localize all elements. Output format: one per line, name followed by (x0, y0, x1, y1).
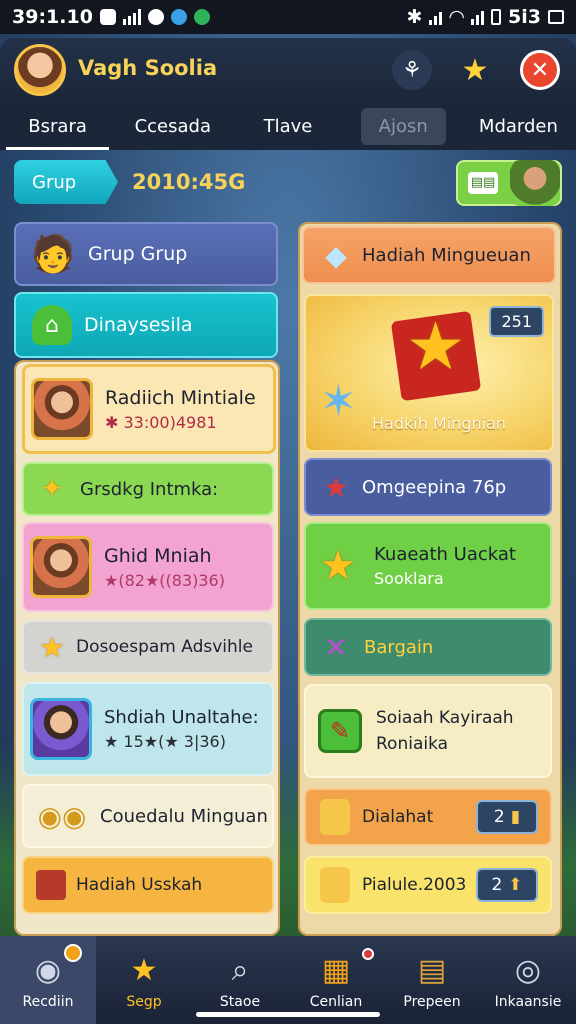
nav-prepeen[interactable]: ▤ Prepeen (384, 936, 480, 1024)
gift-icon: ⚘ (402, 57, 422, 83)
nav-recdiin[interactable]: ◉ Recdiin (0, 936, 96, 1024)
nav-staoe[interactable]: ⌕ Staoe (192, 936, 288, 1024)
badge-star-icon: ★ (320, 543, 356, 589)
camera-icon: ◎ (514, 952, 542, 988)
dialahat-card[interactable]: Dialahat 2 ▮ (304, 788, 552, 846)
group-avatar-icon: 🧑 (30, 234, 76, 275)
tab-bsrara[interactable]: Bsrara (0, 102, 115, 150)
battery-text: 5i3 (508, 6, 541, 28)
app-icon (147, 9, 164, 25)
section-card[interactable]: ⌂ Dinaysesila (14, 292, 278, 358)
red-star-icon: ★ (323, 470, 349, 504)
blue-star-icon: ✶ (320, 376, 357, 427)
kuaeth-card[interactable]: ★ Kuaeath Uackat Sooklara (304, 522, 552, 610)
battery-icon (491, 9, 502, 25)
bluetooth-icon: ✱ (406, 6, 423, 28)
close-icon: ✕ (530, 57, 550, 83)
shield-icon: ⌂ (32, 305, 72, 345)
wifi-icon: ◠ (449, 6, 465, 28)
star-icon: ★ (39, 630, 65, 664)
person-portrait (30, 536, 92, 598)
nav-cenlian[interactable]: ▦ Cenlian (288, 936, 384, 1024)
notification-icon (99, 9, 116, 25)
star-icon: ★ (130, 952, 158, 988)
friend-avatar (510, 160, 560, 206)
close-button[interactable]: ✕ (520, 50, 560, 90)
gift-button[interactable]: ⚘ (392, 50, 432, 90)
shdiah-portrait (30, 698, 92, 760)
chest-caption: Hadkih Mingnian (372, 414, 507, 433)
star-icon: ★ (461, 52, 489, 88)
tab-tlave[interactable]: Tlave (230, 102, 345, 150)
pialule-counter[interactable]: 2 ⬆ (476, 868, 538, 902)
soiaah-card[interactable]: ✎ Soiaah Kayiraah Roniaika (304, 684, 552, 778)
chest-icon (36, 870, 66, 900)
grup-value: 2010:45G (132, 170, 246, 194)
person-card[interactable]: Ghid Mniah ★(82★((83)36) (22, 522, 274, 612)
signal-icon (122, 9, 141, 25)
screen-icon (548, 10, 564, 24)
cup-icon (320, 867, 350, 903)
nav-inkaansie[interactable]: ◎ Inkaansie (480, 936, 576, 1024)
chat-icon (193, 9, 210, 25)
gold-star-icon: ★ (406, 308, 466, 385)
tab-ajosn[interactable]: Ajosn (346, 102, 461, 150)
coins-card[interactable]: ◉◉ Couedalu Minguan (22, 784, 274, 848)
calendar-icon: ▦ (321, 952, 351, 988)
weekly-chest-card[interactable]: 251 ★ ✶ Hadkih Mingnian (304, 294, 554, 452)
books-icon: ▤ (417, 952, 447, 988)
avatar[interactable] (14, 44, 66, 96)
home-indicator[interactable] (196, 1012, 380, 1017)
tab-ccesada[interactable]: Ccesada (115, 102, 230, 150)
notification-badge (64, 944, 82, 962)
dialahat-counter[interactable]: 2 ▮ (476, 800, 538, 834)
gem-star-icon: ✦ (41, 474, 63, 504)
coins-icon: ◉◉ (37, 799, 87, 833)
map-pin-icon: ✎ (318, 709, 362, 753)
profile-icon: ◉ (34, 952, 62, 988)
search-icon: ⌕ (231, 952, 249, 988)
trophy-icon: ▮ (510, 807, 521, 827)
pialule-card[interactable]: Pialule.2003 2 ⬆ (304, 856, 552, 914)
heart-icon: ✱ (105, 412, 124, 432)
nav-segp[interactable]: ★ Segp (96, 936, 192, 1024)
chest-count-badge: 251 (489, 306, 544, 337)
tab-mdarden[interactable]: Mdarden (461, 102, 576, 150)
status-time: 39:1.10 (12, 6, 93, 28)
group-card[interactable]: 🧑 Grup Grup (14, 222, 278, 286)
browser-icon (170, 9, 187, 25)
badge-card[interactable]: ✦ Grsdkg Intmka: (22, 462, 274, 516)
hadiah-card[interactable]: Hadiah Usskah (22, 856, 274, 914)
ongoing-card[interactable]: ★ Omgeepina 76p (304, 458, 552, 516)
friend-badge[interactable]: ▤▤ (456, 160, 562, 206)
grup-button[interactable]: Grup (14, 160, 118, 204)
tools-icon: ✕ (324, 630, 348, 664)
bottom-nav: ◉ Recdiin ★ Segp ⌕ Staoe ▦ Cenlian ▤ Pre… (0, 936, 576, 1024)
arrow-up-icon: ⬆ (508, 875, 523, 895)
username: Vagh Soolia (78, 56, 218, 80)
bargain-card[interactable]: ✕ Bargain (304, 618, 552, 676)
cell-signal-icon (429, 9, 443, 25)
gem-icon: ◆ (325, 238, 347, 272)
promo-card[interactable]: ★ Dosoespam Adsvihle (22, 620, 274, 674)
reward-card[interactable]: Radiich Mintiale ✱ 33:00)4981 (22, 364, 276, 454)
reward-portrait (31, 378, 93, 440)
favorite-button[interactable]: ★ (455, 50, 495, 90)
tab-bar: Bsrara Ccesada Tlave Ajosn Mdarden (0, 102, 576, 150)
top-bar: Vagh Soolia ⚘ ★ ✕ (0, 38, 576, 102)
id-card-icon: ▤▤ (468, 172, 498, 194)
weekly-reward-card[interactable]: ◆ Hadiah Mingueuan (302, 226, 556, 284)
status-bar: 39:1.10 ✱ ◠ 5i3 (0, 0, 576, 34)
shdiah-card[interactable]: Shdiah Unaltahe: ★ 15★(★ 3|36) (22, 682, 274, 776)
alert-badge (362, 948, 374, 960)
cup-icon (320, 799, 350, 835)
signal-strength-icon (471, 9, 485, 25)
